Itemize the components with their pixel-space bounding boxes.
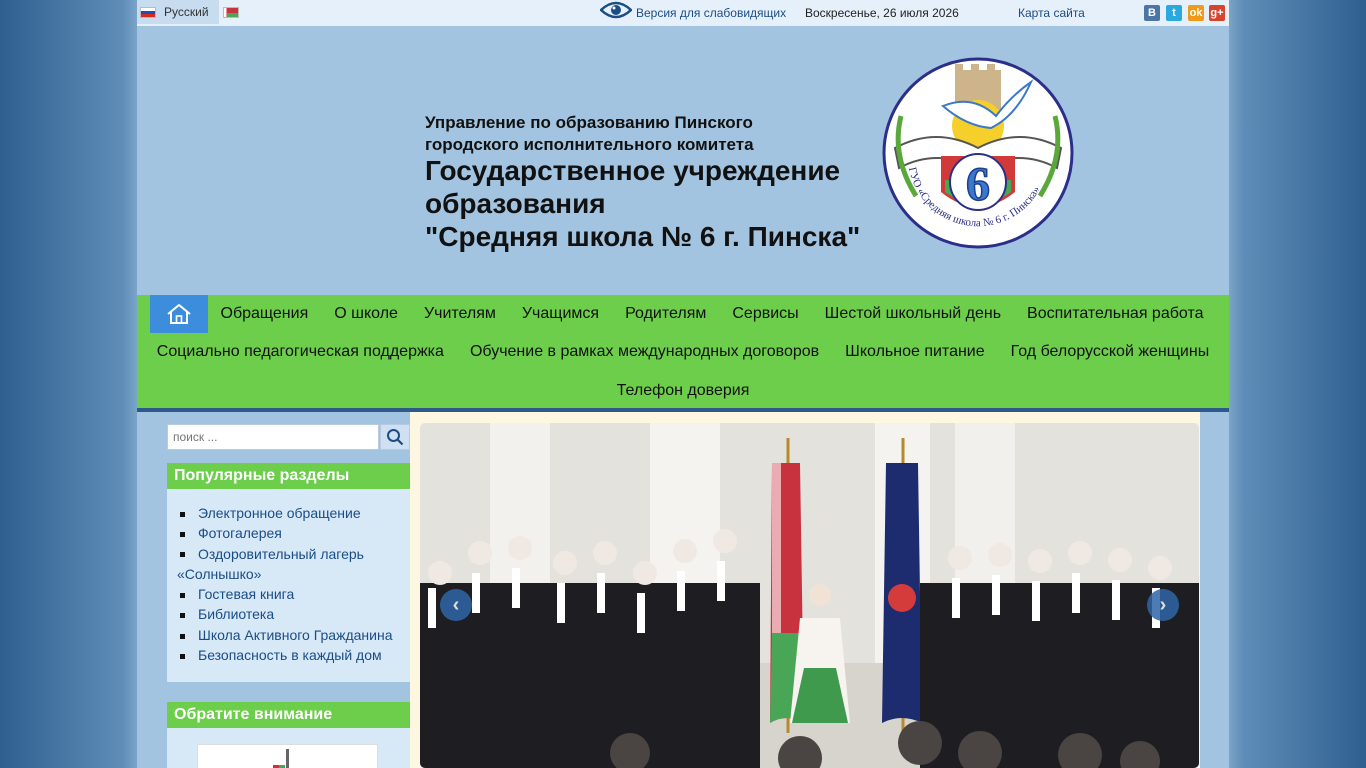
nav-item-helpline[interactable]: Телефон доверия xyxy=(604,372,763,410)
popular-list: Электронное обращение Фотогалерея Оздоро… xyxy=(177,503,402,665)
list-item-label[interactable]: Гостевая книга xyxy=(198,586,294,602)
google-plus-icon[interactable]: g+ xyxy=(1209,5,1225,21)
popular-sections-heading: Популярные разделы xyxy=(167,463,410,489)
popular-sections: Электронное обращение Фотогалерея Оздоро… xyxy=(167,489,410,682)
slider-prev-button[interactable]: ‹ xyxy=(440,589,472,621)
header-subtitle: Управление по образованию Пинского город… xyxy=(425,113,754,154)
attention-module xyxy=(167,728,410,768)
list-item-label[interactable]: Библиотека xyxy=(198,606,274,622)
nav-item-teachers[interactable]: Учителям xyxy=(411,295,509,333)
photo-slider[interactable]: ‹ › xyxy=(420,423,1199,768)
eye-icon[interactable] xyxy=(600,0,632,20)
logo-number: 6 xyxy=(966,158,990,211)
belarus-flag-icon xyxy=(223,6,239,18)
list-item-label[interactable]: Фотогалерея xyxy=(198,525,282,541)
russia-flag-icon xyxy=(140,6,156,18)
bullet-icon xyxy=(180,633,185,639)
school-logo[interactable]: 6 ГУО «Средняя школа № 6 г. Пинска» xyxy=(881,56,1075,250)
bullet-icon xyxy=(180,592,185,598)
banner-image xyxy=(273,749,289,768)
nav-item-social-support[interactable]: Социально педагогическая поддержка xyxy=(144,333,457,371)
nav-row-2: Социально педагогическая поддержка Обуче… xyxy=(137,333,1229,371)
list-item[interactable]: Библиотека xyxy=(177,604,402,624)
header-title-line1: Государственное учреждение образования xyxy=(425,155,841,219)
attention-heading: Обратите внимание xyxy=(167,702,410,728)
nav-row-1: Обращения О школе Учителям Учащимся Роди… xyxy=(137,295,1229,333)
nav-home-button[interactable] xyxy=(149,295,208,333)
language-belarusian[interactable] xyxy=(223,0,241,24)
nav-item-international[interactable]: Обучение в рамках международных договоро… xyxy=(457,333,832,371)
nav-item-students[interactable]: Учащимся xyxy=(509,295,612,333)
list-item[interactable]: Электронное обращение xyxy=(177,503,402,523)
main-content: ‹ › xyxy=(410,412,1200,768)
search-input[interactable] xyxy=(167,424,379,450)
search-button[interactable] xyxy=(380,424,410,450)
list-item[interactable]: Школа Активного Гражданина xyxy=(177,625,402,645)
nav-row-3: Телефон доверия xyxy=(137,372,1229,410)
nav-item-parents[interactable]: Родителям xyxy=(612,295,719,333)
nav-item-services[interactable]: Сервисы xyxy=(719,295,811,333)
search-icon xyxy=(387,429,404,446)
list-item-label[interactable]: Школа Активного Гражданина xyxy=(198,627,392,643)
nav-item-school-meals[interactable]: Школьное питание xyxy=(832,333,997,371)
nav-item-sixth-day[interactable]: Шестой школьный день xyxy=(812,295,1014,333)
list-item-label[interactable]: Электронное обращение xyxy=(198,505,361,521)
language-russian[interactable]: Русский xyxy=(137,0,219,24)
page: Русский Версия для слабовидящих Воскресе… xyxy=(137,0,1229,768)
slider-photo xyxy=(420,423,1199,768)
twitter-icon[interactable]: t xyxy=(1166,5,1182,21)
bullet-icon xyxy=(180,511,185,517)
list-item[interactable]: Оздоровительный лагерь «Солнышко» xyxy=(177,544,402,585)
current-date: Воскресенье, 26 июля 2026 xyxy=(805,6,959,20)
low-vision-link[interactable]: Версия для слабовидящих xyxy=(636,6,786,20)
list-item[interactable]: Гостевая книга xyxy=(177,584,402,604)
sidebar: Популярные разделы Электронное обращение… xyxy=(137,412,410,768)
main-nav: Обращения О школе Учителям Учащимся Роди… xyxy=(137,295,1229,412)
nav-item-about[interactable]: О школе xyxy=(321,295,411,333)
attention-banner[interactable] xyxy=(197,744,378,768)
nav-item-year-of-woman[interactable]: Год белорусской женщины xyxy=(998,333,1223,371)
nav-item-appeals[interactable]: Обращения xyxy=(208,295,322,333)
list-item[interactable]: Фотогалерея xyxy=(177,523,402,543)
list-item-label[interactable]: Оздоровительный лагерь «Солнышко» xyxy=(177,546,364,582)
list-item-label[interactable]: Безопасность в каждый дом xyxy=(198,647,382,663)
vk-icon[interactable]: В xyxy=(1144,5,1160,21)
home-icon xyxy=(166,303,191,324)
bullet-icon xyxy=(180,552,185,558)
header-title-line2: "Средняя школа № 6 г. Пинска" xyxy=(425,221,861,252)
nav-item-upbringing[interactable]: Воспитательная работа xyxy=(1014,295,1216,333)
top-bar: Русский Версия для слабовидящих Воскресе… xyxy=(137,0,1229,26)
bullet-icon xyxy=(180,532,185,538)
sitemap-link[interactable]: Карта сайта xyxy=(1018,6,1085,20)
site-header: Управление по образованию Пинского город… xyxy=(137,26,1229,295)
slider-next-button[interactable]: › xyxy=(1147,589,1179,621)
odnoklassniki-icon[interactable]: ok xyxy=(1188,5,1204,21)
header-title: Государственное учреждение образования "… xyxy=(425,154,895,253)
list-item[interactable]: Безопасность в каждый дом xyxy=(177,645,402,665)
bullet-icon xyxy=(180,613,185,619)
bullet-icon xyxy=(180,653,185,659)
language-russian-label: Русский xyxy=(164,5,209,19)
